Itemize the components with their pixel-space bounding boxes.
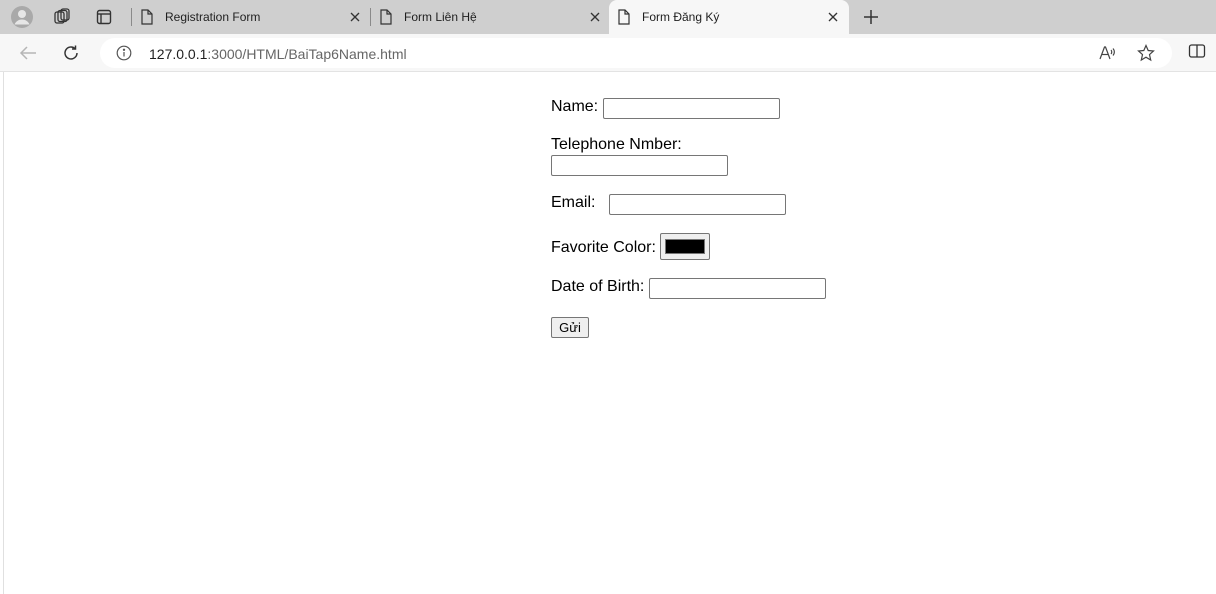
page-icon xyxy=(379,9,393,28)
phone-row: Telephone Nmber: xyxy=(551,136,682,154)
address-bar[interactable]: 127.0.0.1:3000/HTML/BaiTap6Name.html xyxy=(100,38,1172,68)
tab-form-dang-ky[interactable]: Form Đăng Ký xyxy=(609,0,849,34)
tab-bar: Registration Form Form Liên Hệ Form Đăng… xyxy=(0,0,1216,34)
email-label: Email: xyxy=(551,194,596,211)
dob-row: Date of Birth: xyxy=(551,278,644,296)
info-icon[interactable] xyxy=(116,45,132,66)
tab-form-lien-he[interactable]: Form Liên Hệ xyxy=(371,0,609,34)
page-icon xyxy=(140,9,154,28)
dob-label: Date of Birth: xyxy=(551,278,645,295)
phone-label: Telephone Nmber: xyxy=(551,136,682,153)
split-screen-icon[interactable] xyxy=(1188,42,1206,65)
name-label: Name: xyxy=(551,98,599,115)
close-icon[interactable] xyxy=(825,9,841,25)
email-row: Email: xyxy=(551,194,595,212)
browser-toolbar: 127.0.0.1:3000/HTML/BaiTap6Name.html xyxy=(0,34,1216,72)
submit-button[interactable]: Gửi xyxy=(551,317,589,338)
refresh-icon[interactable] xyxy=(57,40,85,66)
tab-actions-icon[interactable] xyxy=(91,4,117,30)
star-icon[interactable] xyxy=(1137,44,1155,67)
color-picker[interactable] xyxy=(660,233,710,260)
url-host: 127.0.0.1 xyxy=(149,46,208,62)
page-content: Name: Telephone Nmber: Email: Favorite C… xyxy=(3,72,1216,594)
tab-label: Form Đăng Ký xyxy=(642,10,720,24)
color-label: Favorite Color: xyxy=(551,239,656,256)
back-arrow-icon[interactable] xyxy=(14,40,42,66)
color-row: Favorite Color: xyxy=(551,239,656,257)
url-text[interactable]: 127.0.0.1:3000/HTML/BaiTap6Name.html xyxy=(149,46,407,62)
close-icon[interactable] xyxy=(347,9,363,25)
tab-label: Form Liên Hệ xyxy=(404,10,477,24)
close-icon[interactable] xyxy=(587,9,603,25)
name-row: Name: xyxy=(551,98,598,116)
dob-input[interactable] xyxy=(649,278,826,299)
url-path: :3000/HTML/BaiTap6Name.html xyxy=(207,46,407,62)
read-aloud-icon[interactable] xyxy=(1098,44,1116,67)
color-swatch xyxy=(665,239,705,254)
name-input[interactable] xyxy=(603,98,780,119)
profile-icon[interactable] xyxy=(9,4,35,30)
phone-input[interactable] xyxy=(551,155,728,176)
workspaces-icon[interactable] xyxy=(49,4,75,30)
email-input[interactable] xyxy=(609,194,786,215)
plus-icon[interactable] xyxy=(859,5,883,29)
tab-registration-form[interactable]: Registration Form xyxy=(132,0,370,34)
tab-label: Registration Form xyxy=(165,10,261,24)
page-icon xyxy=(617,9,631,28)
